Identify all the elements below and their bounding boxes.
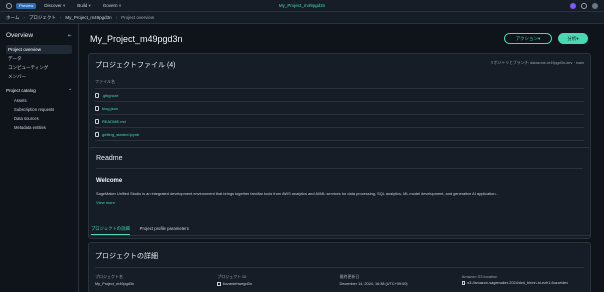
sidebar-item-data[interactable]: データ [6,54,72,63]
actions-dropdown-button[interactable]: アクション [504,33,552,44]
sidebar: Overview ⇤ Project overview データ コンピューティン… [0,24,79,292]
collapse-sidebar-icon[interactable]: ⇤ [68,33,72,39]
settings-gear-icon[interactable] [592,2,598,9]
detail-field-updated: 最終更新日 December 14, 2024, 16:38 (UTC+09:0… [340,274,462,286]
sidebar-section-project-catalog[interactable]: Project catalog ⌃ [6,88,72,96]
copy-icon[interactable] [217,282,221,286]
detail-value: My_Project_m49pgd3n [95,282,135,286]
nav-discover-menu[interactable]: Discover [44,3,65,9]
readme-body: SageMaker Unified Studio is an integrate… [96,191,499,196]
tab-project-details[interactable]: プロジェクトの詳細 [91,224,130,235]
chevron-right-icon: › [59,15,62,20]
user-avatar-icon[interactable] [570,2,576,9]
file-link[interactable]: blog.json [102,106,118,111]
studio-logo-icon[interactable] [6,2,12,9]
breadcrumb-home[interactable]: ホーム [6,15,19,21]
sidebar-title: Overview [6,32,34,39]
detail-field-s3: Amazon S3 location s3://amazon-sagemaker… [461,274,584,286]
detail-label: プロジェクト名 [95,274,123,279]
file-link[interactable]: .gitignore [102,93,118,98]
details-grid: プロジェクト名 My_Project_m49pgd3n プロジェクト ID 6o… [95,274,584,286]
detail-label: Amazon S3 location [461,274,498,279]
file-row[interactable]: getting_started.ipynb [95,128,584,141]
page-title: My_Project_m49pgd3n [90,34,183,44]
main-content: My_Project_m49pgd3n アクション 分析 プロジェクトファイル … [80,24,604,292]
breadcrumb-projects[interactable]: プロジェクト [29,15,56,21]
detail-value: December 14, 2024, 16:38 (UTC+09:00) [339,282,408,286]
section-label: Project catalog [6,88,36,93]
sidebar-item-members[interactable]: メンバー [6,72,72,81]
breadcrumb: ホーム › プロジェクト › My_Project_m49pgd3n › Pro… [0,12,604,24]
copy-icon[interactable] [461,281,466,285]
files-column-header: ファイル名 [95,79,584,89]
file-icon [95,92,99,98]
details-title: プロジェクトの詳細 [95,251,584,268]
sidebar-item-metadata-entities[interactable]: Metadata entities [6,123,72,132]
file-row[interactable]: README.md [95,115,584,128]
detail-value: s3://amazon-sagemaker-2024/dzd_bhmn-id-e… [461,281,584,285]
tab-profile-parameters[interactable]: Project profile parameters [140,224,189,235]
chevron-right-icon: › [23,15,25,20]
file-row[interactable]: blog.json [95,102,584,115]
topbar-actions [570,2,598,9]
detail-label: プロジェクト ID [217,274,247,279]
breadcrumb-current: Project overview [121,15,155,20]
sidebar-item-project-overview[interactable]: Project overview [6,45,72,54]
breadcrumb-project[interactable]: My_Project_m49pgd3n [65,15,111,20]
help-icon[interactable] [581,2,587,9]
sidebar-item-compute[interactable]: コンピューティング [6,63,72,72]
file-row[interactable]: .gitignore [95,89,584,102]
chevron-right-icon: › [115,15,118,20]
file-link[interactable]: README.md [102,119,126,124]
detail-value: 6ozardehwegd3n [217,282,339,286]
file-icon [95,131,99,137]
detail-field-id: プロジェクト ID 6ozardehwegd3n [217,274,339,286]
s3-location-value: s3://amazon-sagemaker-2024/dzd_bhmn-id-e… [467,281,569,285]
repo-branch-link[interactable]: リポジトリとブランチ: datazone-m49pgd3n-dev · main [490,61,584,66]
sidebar-item-assets[interactable]: Assets [6,96,72,105]
nav-build-menu[interactable]: Build [77,3,91,9]
file-link[interactable]: getting_started.ipynb [102,132,139,137]
top-nav: Discover Build Govern [44,3,121,9]
preview-badge: Preview [16,2,37,9]
detail-tabs: プロジェクトの詳細 Project profile parameters [88,224,591,236]
project-details-card: プロジェクトの詳細 プロジェクト名 My_Project_m49pgd3n プロ… [88,242,591,292]
analyze-button[interactable]: 分析 [558,33,588,44]
project-id-value: 6ozardehwegd3n [222,282,252,286]
top-bar: Preview Discover Build Govern My_Project… [0,0,604,12]
readme-heading: Welcome [96,178,123,184]
detail-label: 最終更新日 [339,274,360,279]
file-icon [95,105,99,111]
readme-title: Readme [96,155,583,169]
detail-field-name: プロジェクト名 My_Project_m49pgd3n [95,274,217,286]
view-more-link[interactable]: View more [96,200,583,205]
sidebar-item-data-sources[interactable]: Data sources [6,114,72,123]
chevron-up-icon: ⌃ [68,88,72,93]
file-icon [95,118,99,124]
nav-govern-menu[interactable]: Govern [103,3,121,9]
sidebar-header: Overview ⇤ [6,32,72,39]
sidebar-item-subscription-requests[interactable]: Subscription requests [6,105,72,114]
